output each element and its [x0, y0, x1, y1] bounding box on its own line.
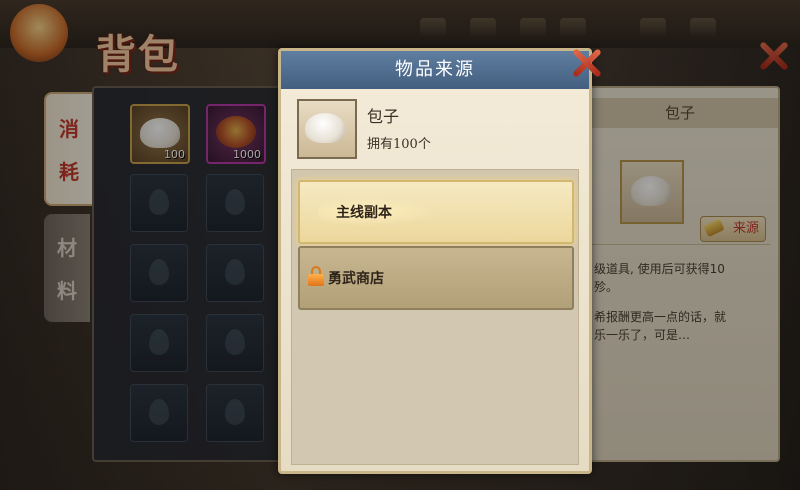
- dialog-title: 物品来源: [281, 51, 589, 89]
- dialog-close-icon[interactable]: [569, 45, 605, 81]
- source-row-label: 主线副本: [336, 205, 392, 221]
- bun-icon: [305, 113, 345, 143]
- dialog-item-owned: 拥有100个: [367, 137, 431, 152]
- lock-icon: [308, 266, 324, 286]
- dialog-item-icon: [297, 99, 357, 159]
- source-list: 主线副本 勇武商店: [291, 169, 579, 465]
- source-row-valor-shop[interactable]: 勇武商店: [298, 246, 574, 310]
- source-row-label: 勇武商店: [328, 271, 384, 287]
- source-row-main-dungeon[interactable]: 主线副本: [298, 180, 574, 244]
- item-source-dialog: 物品来源 包子 拥有100个 主线副本 勇武商店: [278, 48, 592, 474]
- dialog-item-name: 包子: [367, 107, 400, 126]
